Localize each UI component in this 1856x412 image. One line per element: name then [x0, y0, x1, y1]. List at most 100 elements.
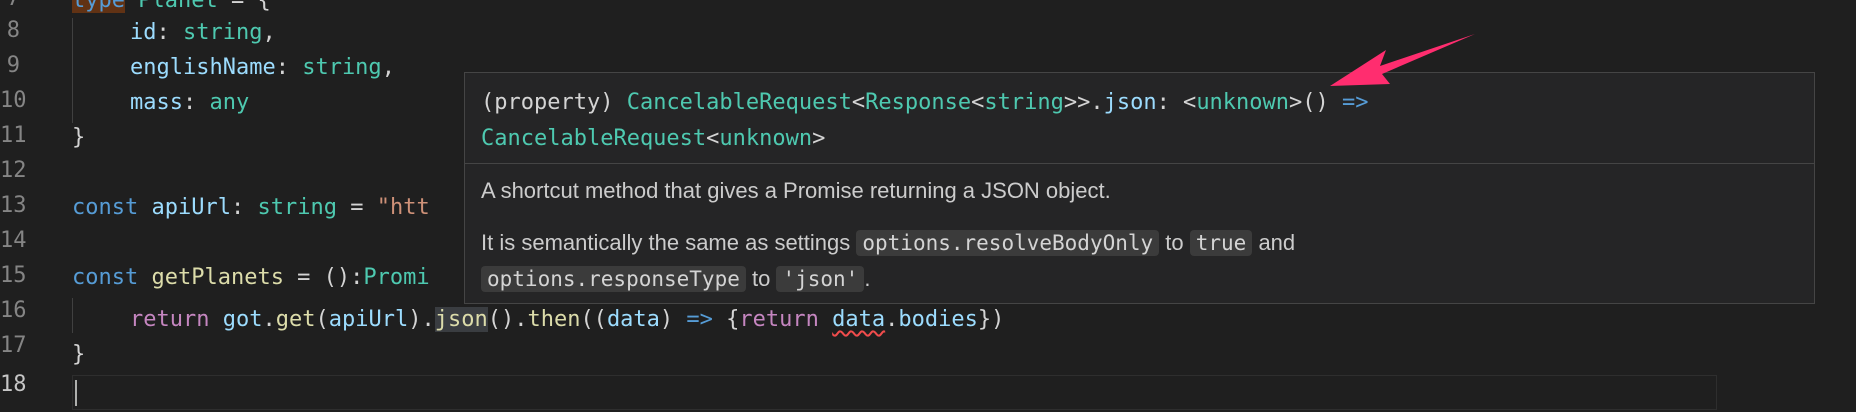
line-number: 12: [0, 158, 27, 183]
inline-code: options.resolveBodyOnly: [856, 230, 1160, 256]
punctuation: }): [977, 307, 1005, 332]
indent-guide: [72, 18, 73, 123]
inline-code: true: [1189, 230, 1253, 256]
variable-name: got: [222, 307, 263, 332]
line-number: 14: [0, 228, 27, 253]
doc-paragraph: It is semantically the same as settings …: [481, 225, 1798, 297]
inline-code: options.responseType: [481, 266, 746, 292]
method-name: then: [527, 307, 581, 332]
signature-type: unknown: [1196, 90, 1290, 115]
punctuation: ,: [381, 55, 395, 80]
text-cursor: [75, 380, 77, 406]
type-name: Promi: [363, 265, 430, 290]
property-name: englishName: [130, 55, 276, 80]
keyword: const: [72, 265, 139, 290]
variable-name: apiUrl: [328, 307, 409, 332]
punctuation: = {: [217, 0, 271, 13]
parameter-name: data: [606, 307, 660, 332]
code-line-13[interactable]: const apiUrl: string = "htt: [72, 190, 430, 225]
type-name: any: [209, 90, 250, 115]
hover-signature: (property) CancelableRequest<Response<st…: [481, 85, 1798, 157]
keyword: return: [130, 307, 210, 332]
hover-tooltip[interactable]: (property) CancelableRequest<Response<st…: [464, 72, 1815, 304]
punctuation: ).: [408, 307, 435, 332]
closing-brace: }: [72, 342, 86, 367]
line-number: 10: [0, 88, 27, 113]
code-line-10[interactable]: mass: any: [130, 85, 249, 120]
keyword: const: [72, 195, 139, 220]
annotation-arrow-icon: [1330, 34, 1475, 86]
keyword: type: [72, 0, 125, 13]
closing-brace: }: [72, 125, 86, 150]
signature-label: (property): [481, 90, 614, 115]
operator: =: [336, 195, 377, 220]
punctuation: ,: [262, 20, 276, 45]
variable-name: apiUrl: [151, 195, 231, 220]
line-number: 11: [0, 123, 27, 148]
inline-code: 'json': [776, 266, 865, 292]
signature-type: CancelableRequest: [481, 126, 707, 151]
code-line-9[interactable]: englishName: string,: [130, 50, 395, 85]
type-name: string: [257, 195, 337, 220]
punctuation: {: [712, 307, 740, 332]
signature-punctuation: >>.: [1063, 90, 1104, 115]
arrow-operator: =>: [686, 307, 713, 332]
type-name: string: [183, 20, 263, 45]
punctuation: :: [182, 90, 210, 115]
code-line-15[interactable]: const getPlanets = ():Promi: [72, 260, 430, 295]
hover-divider: [465, 163, 1814, 164]
code-line-8[interactable]: id: string,: [130, 15, 276, 50]
signature-punctuation: >: [812, 126, 826, 151]
property-name: bodies: [898, 307, 978, 332]
signature-type: CancelableRequest: [626, 90, 852, 115]
keyword: return: [739, 307, 819, 332]
punctuation: :: [230, 195, 258, 220]
signature-member: json: [1103, 90, 1157, 115]
signature-punctuation: <: [706, 126, 720, 151]
signature-punctuation: <: [971, 90, 985, 115]
punctuation: ): [659, 307, 687, 332]
punctuation: :: [275, 55, 303, 80]
line-number-current: 18: [0, 372, 27, 397]
hover-documentation: A shortcut method that gives a Promise r…: [481, 173, 1798, 297]
hovered-method[interactable]: json: [434, 307, 488, 332]
line-number: 13: [0, 193, 27, 218]
punctuation: (: [315, 307, 329, 332]
signature-type: string: [984, 90, 1064, 115]
indent-guide: [72, 298, 73, 333]
signature-type: unknown: [719, 126, 813, 151]
property-name: id: [130, 20, 157, 45]
code-line-17[interactable]: }: [72, 337, 85, 372]
code-editor[interactable]: 7 8 9 10 11 12 13 14 15 16 17 18 type Pl…: [0, 0, 1856, 412]
line-number: 8: [6, 18, 20, 43]
doc-text: to: [745, 266, 777, 291]
punctuation: :: [156, 20, 183, 45]
punctuation: ((: [580, 307, 607, 332]
function-name: getPlanets: [151, 265, 284, 290]
doc-text: It is semantically the same as settings: [481, 230, 857, 255]
doc-text: .: [864, 266, 871, 291]
line-number: 16: [0, 298, 27, 323]
line-number: 7: [0, 0, 20, 11]
error-squiggle-variable[interactable]: data: [832, 307, 885, 332]
current-line-highlight[interactable]: [72, 375, 1717, 410]
line-number: 9: [6, 53, 20, 78]
code-line-16[interactable]: return got.get(apiUrl).json().then((data…: [130, 302, 1004, 337]
type-name: string: [302, 55, 382, 80]
doc-paragraph: A shortcut method that gives a Promise r…: [481, 178, 1111, 203]
punctuation: .: [885, 307, 899, 332]
type-name: Planet: [138, 0, 218, 13]
punctuation: = ():: [283, 265, 364, 290]
signature-type: Response: [865, 90, 972, 115]
punctuation: .: [262, 307, 276, 332]
doc-text: and: [1252, 230, 1296, 255]
punctuation: ().: [487, 307, 528, 332]
code-line-11[interactable]: }: [72, 120, 85, 155]
property-name: mass: [130, 90, 183, 115]
signature-punctuation: <: [851, 90, 866, 115]
signature-punctuation: : <: [1156, 90, 1197, 115]
string-literal: "htt: [376, 195, 430, 220]
method-name: get: [275, 307, 316, 332]
line-number: 15: [0, 263, 27, 288]
